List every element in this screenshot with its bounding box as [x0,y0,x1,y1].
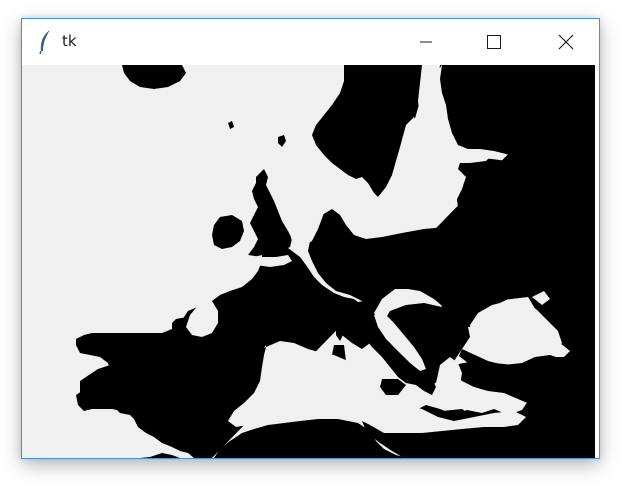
close-icon [558,34,574,50]
title-bar[interactable]: tk [22,19,599,65]
app-window: tk [21,18,600,459]
maximize-icon [487,35,501,49]
maximize-button[interactable] [471,19,517,65]
map-canvas[interactable] [22,65,595,458]
window-title: tk [62,32,77,50]
europe-map [22,65,595,458]
feather-icon [38,29,52,55]
minimize-icon [420,41,432,43]
minimize-button[interactable] [403,19,449,65]
close-button[interactable] [543,19,589,65]
